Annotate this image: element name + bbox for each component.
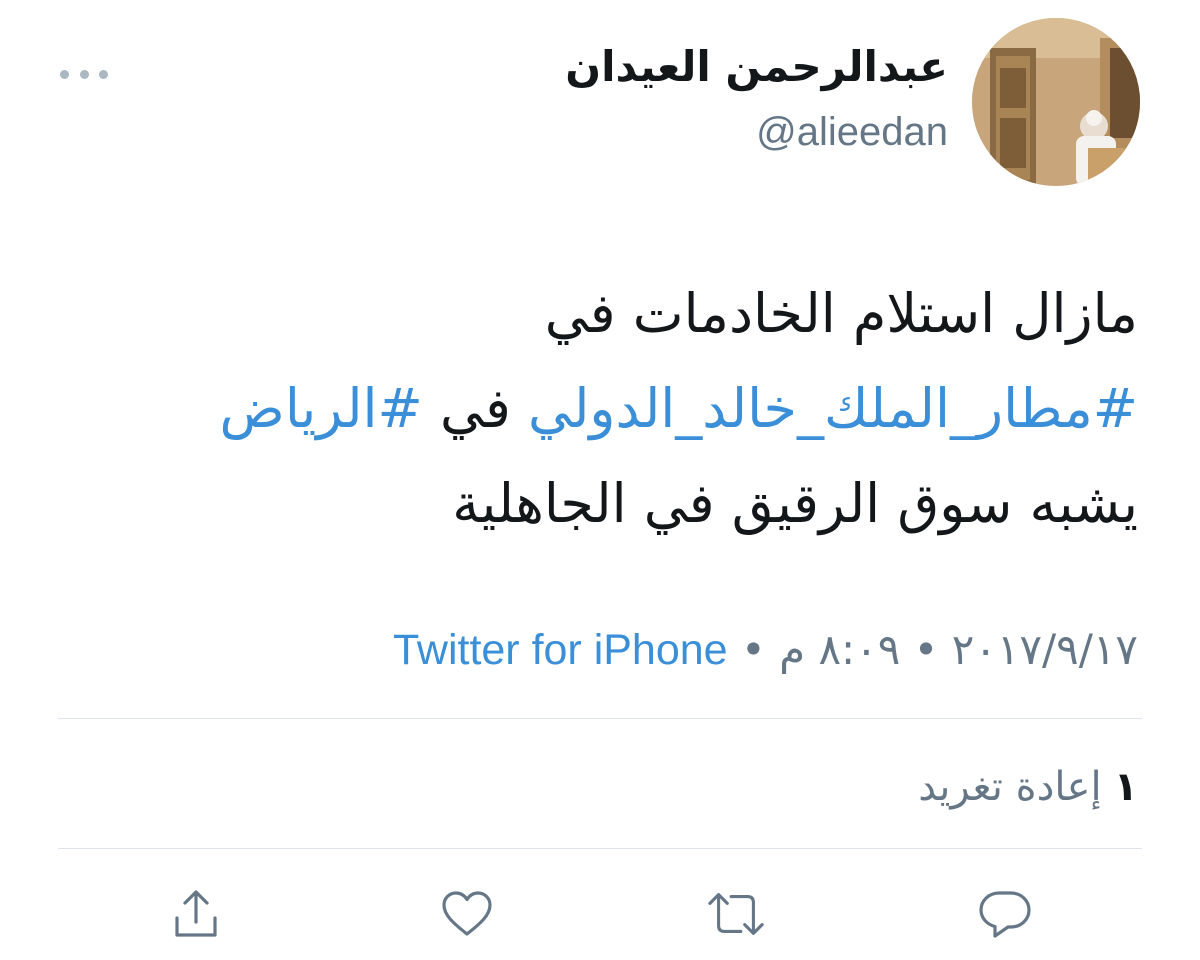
heart-icon	[442, 891, 492, 936]
meta-separator: •	[913, 625, 939, 674]
retweet-icon	[708, 893, 764, 935]
more-dot-icon	[99, 69, 108, 79]
tweet-word: في	[439, 377, 511, 440]
tweet-line-3: يشبه سوق الرقيق في الجاهلية	[452, 472, 1138, 535]
divider	[58, 718, 1142, 719]
avatar-photo	[972, 18, 1140, 186]
tweet-time: ٨:٠٩ م	[779, 625, 901, 674]
more-options-button[interactable]	[60, 62, 108, 86]
tweet-line-2: #مطار_الملك_خالد_الدولي في #الرياض	[58, 361, 1138, 456]
retweet-label: إعادة تغريد	[918, 764, 1102, 810]
display-name[interactable]: عبدالرحمن العيدان	[565, 46, 948, 88]
avatar[interactable]	[972, 18, 1140, 186]
retweet-button[interactable]	[706, 884, 766, 944]
retweet-stats[interactable]: ١إعادة تغريد	[918, 760, 1138, 814]
reply-icon	[979, 891, 1031, 938]
tweet-date: ٢٠١٧/٩/١٧	[951, 625, 1138, 674]
reply-button[interactable]	[975, 884, 1035, 944]
share-button[interactable]	[166, 884, 226, 944]
tweet-source-link[interactable]: Twitter for iPhone	[393, 626, 728, 674]
user-handle[interactable]: @alieedan	[756, 112, 948, 152]
hashtag-link[interactable]: #مطار_الملك_خالد_الدولي	[528, 377, 1138, 440]
retweet-count: ١	[1113, 764, 1138, 810]
share-icon	[175, 890, 217, 937]
meta-separator: •	[740, 625, 766, 674]
hashtag-link[interactable]: #الرياض	[220, 377, 423, 440]
more-dot-icon	[79, 69, 89, 79]
tweet-text: مازال استلام الخادمات في #مطار_الملك_خال…	[58, 266, 1138, 551]
like-button[interactable]	[437, 884, 497, 944]
more-dot-icon	[60, 69, 69, 79]
tweet-meta: ٢٠١٧/٩/١٧ • ٨:٠٩ م • Twitter for iPhone	[393, 622, 1138, 678]
divider	[58, 848, 1142, 849]
tweet-line-1: مازال استلام الخادمات في	[544, 282, 1138, 345]
